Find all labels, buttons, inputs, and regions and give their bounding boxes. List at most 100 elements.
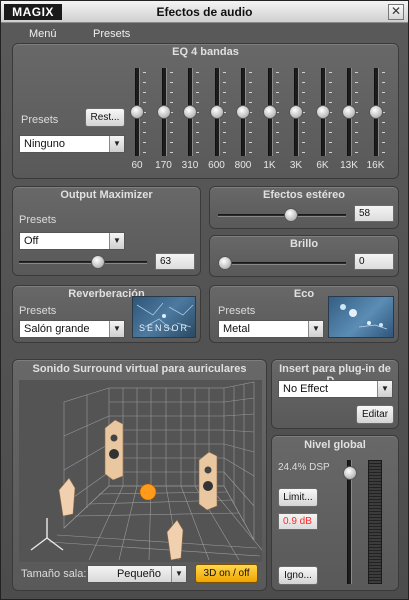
eq-scale-tick	[196, 102, 199, 103]
echo-presets-label: Presets	[218, 305, 256, 317]
eq-band-knob[interactable]	[289, 105, 303, 119]
maximizer-title: Output Maximizer	[60, 189, 153, 201]
eq-scale-tick	[302, 72, 305, 73]
reverb-preset-select[interactable]: Salón grande ▼	[19, 320, 125, 338]
eq-scale-tick	[381, 82, 385, 83]
eq-reset-button[interactable]: Rest...	[85, 108, 125, 127]
chevron-down-icon: ▼	[308, 321, 323, 337]
eq-preset-select[interactable]: Ninguno ▼	[19, 135, 125, 153]
eq-band-knob[interactable]	[342, 105, 356, 119]
eq-band-knob[interactable]	[368, 105, 383, 119]
eq-band-label: 16K	[366, 160, 385, 171]
eq-scale-tick	[328, 122, 332, 123]
eq-scale-tick	[302, 142, 305, 143]
eq-scale-tick	[355, 82, 358, 83]
maximizer-slider-track[interactable]	[19, 261, 147, 264]
eq-band-label: 600	[208, 160, 225, 171]
eq-scale-tick	[143, 72, 146, 73]
brillo-slider-track[interactable]	[218, 262, 346, 265]
eq-scale-tick	[355, 152, 358, 153]
eq-scale-tick	[169, 102, 173, 103]
eq-band-knob[interactable]	[130, 105, 144, 119]
eq-scale-tick	[222, 132, 226, 133]
global-level-knob[interactable]	[343, 465, 357, 480]
echo-preview-image	[328, 296, 394, 338]
eq-band-knob[interactable]	[183, 105, 197, 119]
reverb-preview-image: SENSOR	[132, 296, 196, 338]
eq-band-label: 3K	[289, 160, 303, 171]
3d-toggle-button[interactable]: 3D on / off	[195, 564, 258, 583]
eq-scale-tick	[302, 102, 305, 103]
eq-scale-tick	[196, 72, 199, 73]
surround-3d-view[interactable]	[19, 380, 262, 562]
room-size-select[interactable]: Pequeño ▼	[87, 565, 187, 583]
eq-scale-tick	[143, 132, 146, 133]
eq-scale-tick	[222, 102, 226, 103]
echo-preset-select[interactable]: Metal ▼	[218, 320, 324, 338]
eq-scale-tick	[196, 82, 199, 83]
surround-title: Sonido Surround virtual para auriculares	[32, 363, 247, 375]
eq-scale-tick	[381, 72, 385, 73]
eq-band-knob[interactable]	[315, 105, 330, 119]
eq-band-knob[interactable]	[236, 105, 250, 119]
brillo-panel: Brillo 0	[209, 235, 399, 277]
echo-preset-value: Metal	[223, 323, 250, 335]
eq-scale-tick	[249, 102, 252, 103]
maximizer-value-field[interactable]: 63	[155, 253, 195, 270]
eq-scale-tick	[328, 142, 332, 143]
eq-band-label: 800	[234, 160, 252, 171]
eq-band-label: 170	[155, 160, 172, 171]
maximizer-preset-select[interactable]: Off ▼	[19, 232, 125, 250]
eq-scale-tick	[275, 152, 279, 153]
eq-scale-tick	[302, 152, 305, 153]
eq-band-label: 60	[131, 160, 143, 171]
plugin-select[interactable]: No Effect ▼	[278, 380, 393, 398]
eq-scale-tick	[196, 142, 199, 143]
close-button[interactable]: ✕	[388, 4, 404, 20]
eq-scale-tick	[249, 142, 252, 143]
eq-scale-tick	[302, 92, 305, 93]
eq-scale-tick	[143, 82, 146, 83]
eq-band-knob[interactable]	[262, 105, 277, 119]
eq-presets-label: Presets	[21, 114, 59, 126]
chevron-down-icon: ▼	[377, 381, 392, 397]
eq-scale-tick	[328, 72, 332, 73]
eq-scale-tick	[275, 122, 279, 123]
brillo-value-field[interactable]: 0	[354, 253, 394, 270]
stereo-panel: Efectos estéreo 58	[209, 186, 399, 229]
eq-scale-tick	[222, 72, 226, 73]
menu-item-presets[interactable]: Presets	[93, 28, 130, 40]
eq-scale-tick	[196, 122, 199, 123]
ignore-button[interactable]: Igno...	[278, 566, 318, 585]
eq-scale-tick	[328, 82, 332, 83]
eq-scale-tick	[249, 132, 252, 133]
axes-icon	[30, 518, 64, 551]
plugin-value: No Effect	[283, 383, 329, 395]
chevron-down-icon: ▼	[109, 233, 124, 249]
eq-scale-tick	[196, 92, 199, 93]
eq-scale-tick	[222, 142, 226, 143]
maximizer-slider-knob[interactable]	[90, 255, 105, 269]
eq-band-knob[interactable]	[156, 105, 171, 119]
eq-band-knob[interactable]	[209, 105, 224, 119]
dsp-usage: 24.4% DSP	[278, 462, 330, 473]
listener-icon	[139, 483, 157, 501]
limit-button[interactable]: Limit...	[278, 488, 318, 507]
room-size-value: Pequeño	[116, 568, 162, 580]
title-bar[interactable]: MAGIX Efectos de audio ✕	[1, 1, 408, 23]
eq-scale-tick	[328, 132, 332, 133]
stereo-slider-track[interactable]	[218, 214, 346, 217]
eq-scale-tick	[328, 102, 332, 103]
edit-button[interactable]: Editar	[356, 405, 394, 424]
water-drops-icon	[340, 304, 388, 330]
global-title: Nivel global	[304, 439, 366, 451]
brillo-slider-knob[interactable]	[218, 256, 232, 270]
eq-scale-tick	[302, 122, 305, 123]
eq-title: EQ 4 bandas	[172, 46, 239, 58]
surround-panel: Sonido Surround virtual para auriculares	[12, 359, 267, 591]
stereo-slider-knob[interactable]	[284, 208, 299, 222]
menu-item-menu[interactable]: Menú	[29, 28, 57, 40]
stereo-value-field[interactable]: 58	[354, 205, 394, 222]
eq-scale-tick	[381, 132, 385, 133]
eq-scale-tick	[222, 92, 226, 93]
